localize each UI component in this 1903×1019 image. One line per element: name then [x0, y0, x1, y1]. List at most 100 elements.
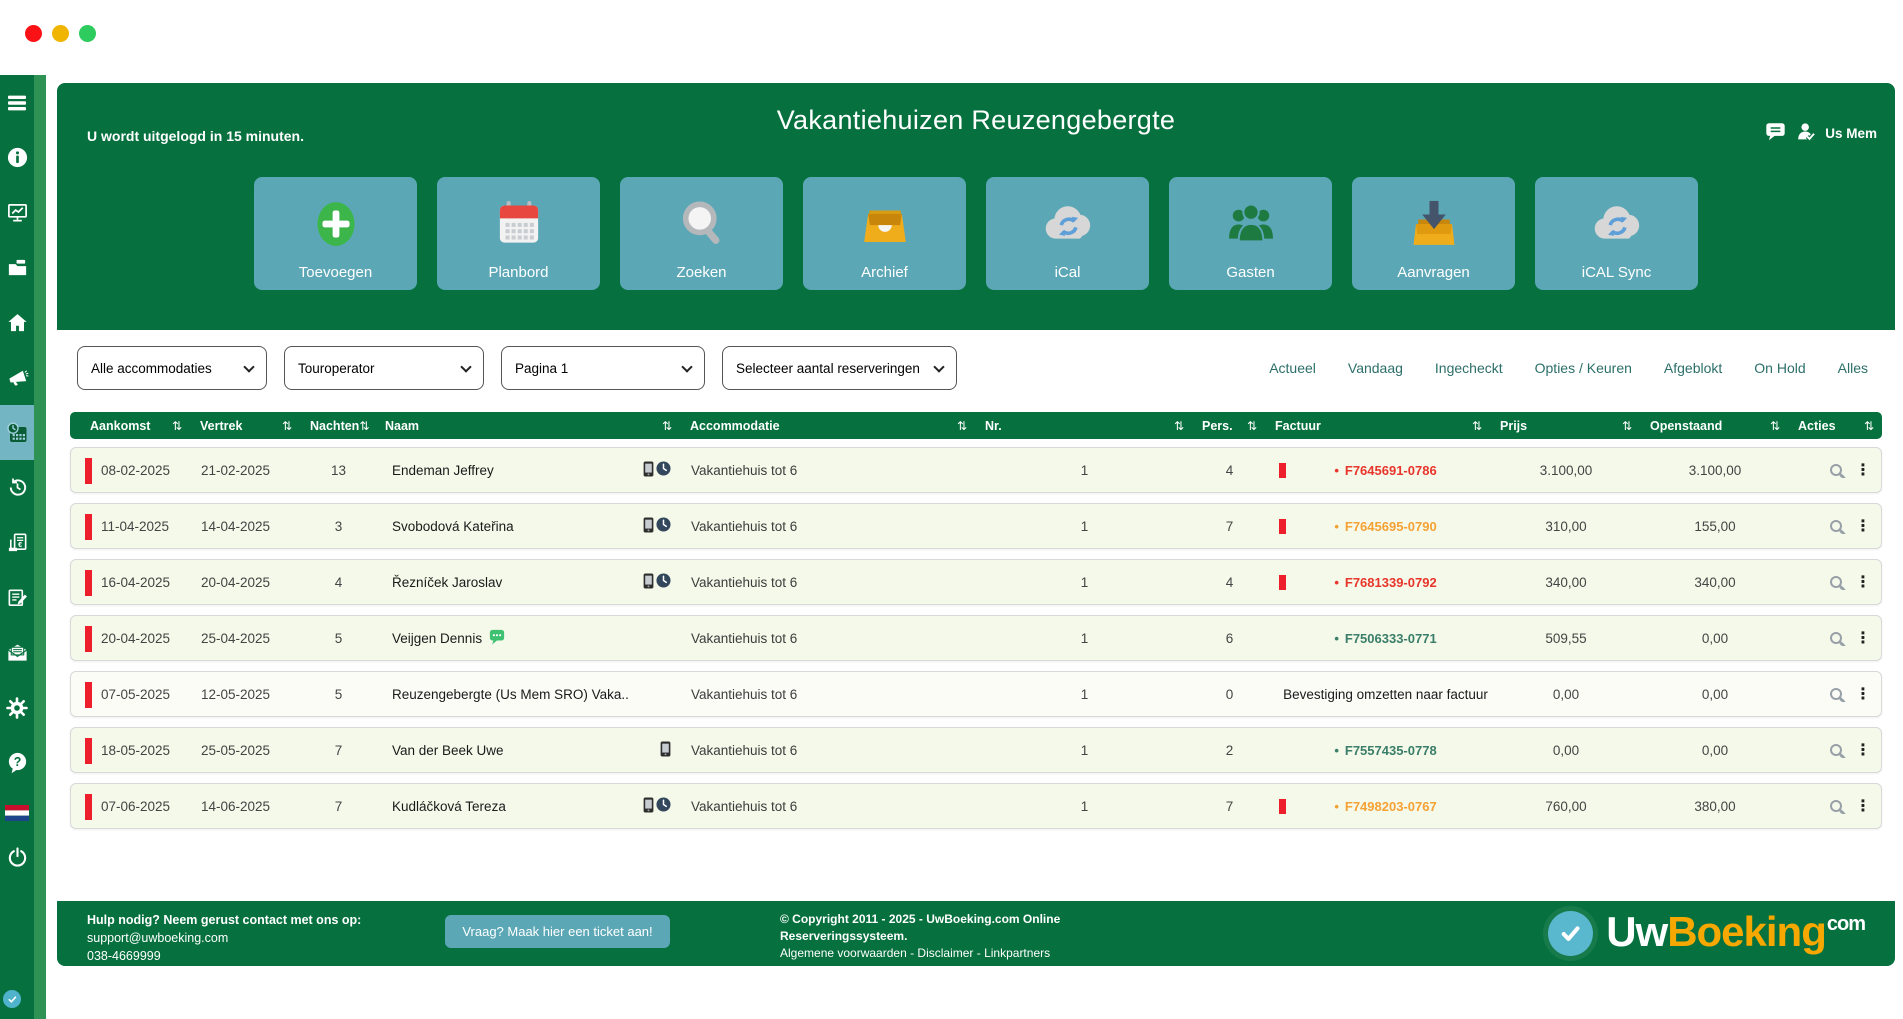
sidebar-item-mail[interactable] — [0, 625, 34, 680]
column-header-pers-[interactable]: Pers.⇅ — [1192, 419, 1265, 433]
filter-dropdown-2[interactable]: Pagina 1 — [501, 346, 705, 390]
sidebar-item-history[interactable] — [0, 460, 34, 515]
row-menu-icon[interactable]: ⋮ — [1855, 518, 1871, 534]
view-details-icon[interactable] — [1830, 520, 1842, 532]
guest-chat-icon[interactable] — [489, 629, 505, 648]
sort-icon[interactable]: ⇅ — [1864, 419, 1874, 433]
view-details-icon[interactable] — [1830, 688, 1842, 700]
table-row[interactable]: 16-04-2025 20-04-2025 4 Řezníček Jarosla… — [70, 559, 1882, 605]
window-minimize-button[interactable] — [52, 25, 69, 42]
sidebar-item-menu[interactable] — [0, 75, 34, 130]
sidebar-item-settings[interactable] — [0, 680, 34, 735]
sidebar-item-promotion[interactable] — [0, 350, 34, 405]
sort-icon[interactable]: ⇅ — [662, 419, 672, 433]
support-email[interactable]: support@uwboeking.com — [87, 929, 417, 947]
table-row[interactable]: 07-06-2025 14-06-2025 7 Kudláčková Terez… — [70, 783, 1882, 829]
column-header-aankomst[interactable]: Aankomst⇅ — [70, 419, 190, 433]
status-check-badge — [3, 990, 21, 1008]
column-header-accommodatie[interactable]: Accommodatie⇅ — [680, 419, 975, 433]
sort-icon[interactable]: ⇅ — [1622, 419, 1632, 433]
table-row[interactable]: 11-04-2025 14-04-2025 3 Svobodová Kateři… — [70, 503, 1882, 549]
window-maximize-button[interactable] — [79, 25, 96, 42]
create-ticket-button[interactable]: Vraag? Maak hier een ticket aan! — [445, 915, 670, 948]
sort-icon[interactable]: ⇅ — [282, 419, 292, 433]
table-row[interactable]: 07-05-2025 12-05-2025 5 Reuzengebergte (… — [70, 671, 1882, 717]
footer-links[interactable]: Algemene voorwaarden - Disclaimer - Link… — [780, 946, 1050, 960]
table-row[interactable]: 18-05-2025 25-05-2025 7 Van der Beek Uwe… — [70, 727, 1882, 773]
cell-invoice[interactable]: •Bevestiging omzetten naar factuur — [1266, 687, 1491, 702]
filter-dropdown-0[interactable]: Alle accommodaties — [77, 346, 267, 390]
cell-invoice[interactable]: •F7645695-0790 — [1266, 519, 1491, 534]
quick-link-ingecheckt[interactable]: Ingecheckt — [1435, 360, 1503, 376]
sidebar-item-logout[interactable] — [0, 835, 34, 880]
window-close-button[interactable] — [25, 25, 42, 42]
quick-link-vandaag[interactable]: Vandaag — [1348, 360, 1403, 376]
view-details-icon[interactable] — [1830, 744, 1842, 756]
invoice-status-bar — [1279, 575, 1286, 590]
row-menu-icon[interactable]: ⋮ — [1855, 574, 1871, 590]
sort-icon[interactable]: ⇅ — [1770, 419, 1780, 433]
sidebar-item-invoices[interactable]: € — [0, 515, 34, 570]
action-button-archief[interactable]: Archief — [803, 177, 966, 290]
column-header-factuur[interactable]: Factuur⇅ — [1265, 419, 1490, 433]
table-row[interactable]: 08-02-2025 21-02-2025 13 Endeman Jeffrey… — [70, 447, 1882, 493]
view-details-icon[interactable] — [1830, 800, 1842, 812]
sort-icon[interactable]: ⇅ — [359, 419, 369, 433]
sidebar-item-info[interactable] — [0, 130, 34, 185]
quick-link-actueel[interactable]: Actueel — [1269, 360, 1316, 376]
dropdown-value: Alle accommodaties — [91, 361, 212, 376]
cell-nr: 1 — [976, 799, 1193, 814]
quick-link-alles[interactable]: Alles — [1838, 360, 1868, 376]
sidebar-item-planning[interactable] — [0, 405, 34, 460]
sort-icon[interactable]: ⇅ — [957, 419, 967, 433]
filter-dropdown-1[interactable]: Touroperator — [284, 346, 484, 390]
quick-link-opties-keuren[interactable]: Opties / Keuren — [1535, 360, 1632, 376]
action-button-aanvragen[interactable]: Aanvragen — [1352, 177, 1515, 290]
chat-bubble-icon[interactable] — [1763, 121, 1788, 145]
sidebar-item-language-nl[interactable] — [0, 790, 34, 835]
table-row[interactable]: 20-04-2025 25-04-2025 5 Veijgen Dennis V… — [70, 615, 1882, 661]
column-header-nachten[interactable]: Nachten⇅ — [300, 419, 375, 433]
cell-invoice[interactable]: •F7498203-0767 — [1266, 799, 1491, 814]
quick-link-on-hold[interactable]: On Hold — [1754, 360, 1805, 376]
user-menu[interactable]: Us Mem — [1763, 121, 1877, 145]
view-details-icon[interactable] — [1830, 576, 1842, 588]
cell-invoice[interactable]: •F7645691-0786 — [1266, 463, 1491, 478]
sidebar-item-notes[interactable] — [0, 570, 34, 625]
column-header-openstaand[interactable]: Openstaand⇅ — [1640, 419, 1788, 433]
action-button-gasten[interactable]: Gasten — [1169, 177, 1332, 290]
action-button-ical[interactable]: iCal — [986, 177, 1149, 290]
action-button-zoeken[interactable]: Zoeken — [620, 177, 783, 290]
column-header-prijs[interactable]: Prijs⇅ — [1490, 419, 1640, 433]
view-details-icon[interactable] — [1830, 632, 1842, 644]
cell-arrival: 18-05-2025 — [71, 743, 191, 758]
row-menu-icon[interactable]: ⋮ — [1855, 798, 1871, 814]
uwboeking-logo: UwBoekingcom — [1548, 911, 1865, 956]
sort-icon[interactable]: ⇅ — [1247, 419, 1257, 433]
sidebar-item-help[interactable]: ? — [0, 735, 34, 790]
column-header-vertrek[interactable]: Vertrek⇅ — [190, 419, 300, 433]
sidebar-item-archive[interactable] — [0, 240, 34, 295]
column-header-nr-[interactable]: Nr.⇅ — [975, 419, 1192, 433]
sort-icon[interactable]: ⇅ — [1174, 419, 1184, 433]
action-button-ical-sync[interactable]: iCAL Sync — [1535, 177, 1698, 290]
column-header-naam[interactable]: Naam⇅ — [375, 419, 680, 433]
filter-row: Alle accommodaties Touroperator Pagina 1 Se… — [70, 346, 1882, 390]
action-button-toevoegen[interactable]: Toevoegen — [254, 177, 417, 290]
quick-link-afgeblokt[interactable]: Afgeblokt — [1664, 360, 1722, 376]
action-button-planbord[interactable]: Planbord — [437, 177, 600, 290]
row-menu-icon[interactable]: ⋮ — [1855, 630, 1871, 646]
cell-invoice[interactable]: •F7506333-0771 — [1266, 631, 1491, 646]
row-menu-icon[interactable]: ⋮ — [1855, 742, 1871, 758]
filter-dropdown-3[interactable]: Selecteer aantal reserveringen — [722, 346, 957, 390]
sort-icon[interactable]: ⇅ — [172, 419, 182, 433]
row-menu-icon[interactable]: ⋮ — [1855, 686, 1871, 702]
cell-invoice[interactable]: •F7681339-0792 — [1266, 575, 1491, 590]
view-details-icon[interactable] — [1830, 464, 1842, 476]
sidebar-item-stats[interactable] — [0, 185, 34, 240]
sort-icon[interactable]: ⇅ — [1472, 419, 1482, 433]
row-menu-icon[interactable]: ⋮ — [1855, 462, 1871, 478]
cell-invoice[interactable]: •F7557435-0778 — [1266, 743, 1491, 758]
sidebar-item-home[interactable] — [0, 295, 34, 350]
column-header-acties[interactable]: Acties⇅ — [1788, 419, 1882, 433]
